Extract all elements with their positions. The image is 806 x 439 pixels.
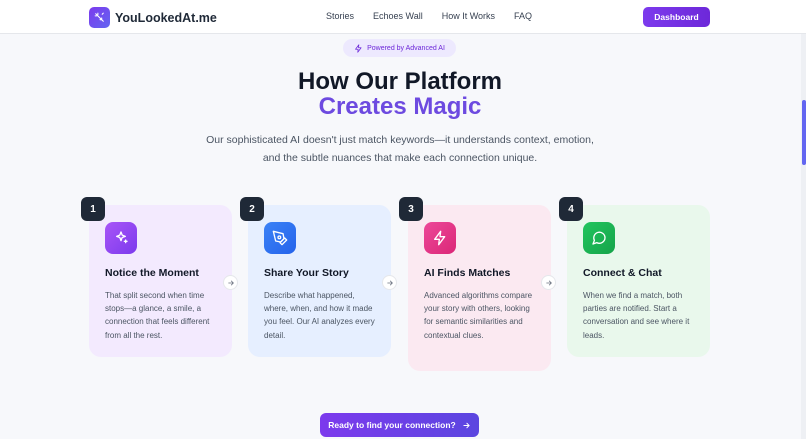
cta-label: Ready to find your connection? <box>328 420 456 430</box>
step-card-3: AI Finds Matches Advanced algorithms com… <box>408 205 551 371</box>
step-card-1: Notice the Moment That split second when… <box>89 205 232 357</box>
logo[interactable]: YouLookedAt.me <box>89 7 217 28</box>
page-subtitle: Our sophisticated AI doesn't just match … <box>206 134 594 164</box>
scrollbar-thumb[interactable] <box>802 100 806 165</box>
connector-arrow-icon <box>541 275 556 290</box>
step-description: That split second when time stops—a glan… <box>105 291 210 340</box>
step-title: AI Finds Matches <box>424 267 511 279</box>
step-description: When we find a match, both parties are n… <box>583 291 690 340</box>
step-number-1: 1 <box>81 197 105 221</box>
step-title: Notice the Moment <box>105 267 199 279</box>
sparkle-logo-icon <box>89 7 110 28</box>
sparkles-icon <box>105 222 137 254</box>
logo-text: YouLookedAt.me <box>115 10 217 25</box>
connector-arrow-icon <box>223 275 238 290</box>
ai-badge-text: Powered by Advanced AI <box>367 44 445 52</box>
page-title-line2: Creates Magic <box>318 93 482 120</box>
step-description: Advanced algorithms compare your story w… <box>424 291 533 340</box>
nav-link-faq[interactable]: FAQ <box>514 11 532 21</box>
nav-links: Stories Echoes Wall How It Works FAQ <box>326 11 551 21</box>
scrollbar-track[interactable] <box>801 34 806 439</box>
step-title: Share Your Story <box>264 267 349 279</box>
step-title: Connect & Chat <box>583 267 662 279</box>
chat-bubble-icon <box>583 222 615 254</box>
top-navbar: YouLookedAt.me Stories Echoes Wall How I… <box>0 0 806 34</box>
step-card-2: Share Your Story Describe what happened,… <box>248 205 391 357</box>
pen-tool-icon <box>264 222 296 254</box>
nav-link-echoes-wall[interactable]: Echoes Wall <box>373 11 423 21</box>
find-connection-button[interactable]: Ready to find your connection? <box>320 413 479 437</box>
ai-badge: Powered by Advanced AI <box>343 39 456 57</box>
step-number-3: 3 <box>399 197 423 221</box>
step-number-4: 4 <box>559 197 583 221</box>
step-card-4: Connect & Chat When we find a match, bot… <box>567 205 710 357</box>
arrow-right-icon <box>463 422 470 428</box>
step-description: Describe what happened, where, when, and… <box>264 291 375 340</box>
dashboard-button[interactable]: Dashboard <box>643 7 710 27</box>
page-title-line1: How Our Platform <box>297 68 502 95</box>
connector-arrow-icon <box>382 275 397 290</box>
nav-link-stories[interactable]: Stories <box>326 11 354 21</box>
lightning-icon <box>355 43 362 53</box>
step-number-2: 2 <box>240 197 264 221</box>
nav-link-how-it-works[interactable]: How It Works <box>442 11 495 21</box>
lightning-icon <box>424 222 456 254</box>
